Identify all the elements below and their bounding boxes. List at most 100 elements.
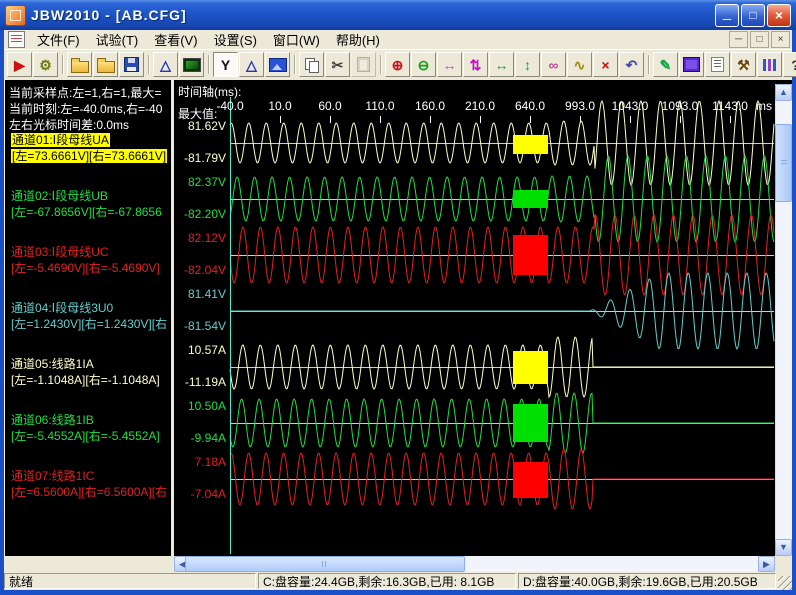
- status-ready: 就绪: [4, 573, 256, 589]
- delta-view-icon: △: [246, 58, 257, 72]
- copy-button[interactable]: [299, 52, 324, 77]
- channel-02-event-marker[interactable]: [513, 190, 548, 208]
- x-axis-unit: ms: [756, 99, 772, 113]
- paste-button[interactable]: [351, 52, 376, 77]
- channel-03-name[interactable]: 通道03:Ⅰ段母线UC: [11, 243, 171, 260]
- scrollbar-corner: [775, 556, 792, 572]
- channel-06-name[interactable]: 通道06:线路1IB: [11, 411, 171, 428]
- channel-02-name[interactable]: 通道02:Ⅰ段母线UB: [11, 187, 171, 204]
- channel-01-event-marker[interactable]: [513, 135, 548, 154]
- cut-icon: ✂: [332, 58, 344, 72]
- zoom-in-circle-button[interactable]: ⊕: [385, 52, 410, 77]
- mdi-close-button[interactable]: ×: [771, 31, 790, 48]
- channel-02-max-value: 82.37V: [174, 175, 226, 189]
- wave-baseline-button[interactable]: ∿: [567, 52, 592, 77]
- channel-05-name[interactable]: 通道05:线路1IA: [11, 355, 171, 372]
- report-button[interactable]: [705, 52, 730, 77]
- channel-04-max-value: 81.41V: [174, 287, 226, 301]
- toolbar-separator: [645, 53, 652, 76]
- x-tick-label: -40.0: [216, 99, 243, 113]
- resize-grip[interactable]: [778, 576, 792, 590]
- histogram-button[interactable]: [757, 52, 782, 77]
- horizontal-scrollbar[interactable]: ◀ ▶: [174, 556, 775, 572]
- channel-04-name[interactable]: 通道04:Ⅰ段母线3U0: [11, 299, 171, 316]
- scroll-right-button[interactable]: ▶: [758, 556, 775, 572]
- channel-01-name[interactable]: 通道01:Ⅰ段母线UA: [11, 131, 171, 148]
- toolbar-separator: [59, 53, 66, 76]
- menu-item-6[interactable]: 帮助(H): [328, 29, 388, 50]
- edit-pen-button[interactable]: ✎: [653, 52, 678, 77]
- overlap-waves-button[interactable]: ∞: [541, 52, 566, 77]
- tools-hammer-icon: ⚒: [737, 58, 750, 72]
- x-tick-label: 1143.0: [712, 99, 748, 113]
- menu-item-1[interactable]: 文件(F): [29, 29, 88, 50]
- main-area: 当前采样点:左=1,右=1,最大=当前时刻:左=-40.0ms,右=-40左右光…: [4, 80, 792, 572]
- vertical-scrollbar[interactable]: ▲ ▼: [775, 84, 792, 556]
- waveform-panel: 时间轴(ms): 最大值: ▲ ▼ ◀ ▶ -40.010.060.0110.0…: [174, 80, 792, 572]
- compress-horizontal-button[interactable]: ↔: [437, 52, 462, 77]
- scroll-down-button[interactable]: ▼: [775, 539, 792, 556]
- settings-gears-button[interactable]: ⚙: [33, 52, 58, 77]
- zoom-out-circle-icon: ⊖: [418, 58, 430, 72]
- horizontal-scroll-thumb[interactable]: [185, 556, 465, 572]
- channel-03-event-marker[interactable]: [513, 235, 548, 275]
- channel-06-min-value: -9.94A: [174, 431, 226, 445]
- save-button[interactable]: [119, 52, 144, 77]
- x-tick-label: 993.0: [565, 99, 595, 113]
- app-window: JBW2010 - [AB.CFG] ─ □ × 文件(F)试验(T)查看(V)…: [0, 0, 796, 595]
- tools-hammer-button[interactable]: ⚒: [731, 52, 756, 77]
- menu-item-4[interactable]: 设置(S): [206, 29, 265, 50]
- status-disk-d: D:盘容量:40.0GB,剩余:19.6GB,已用:20.5GB: [518, 573, 776, 589]
- channel-07-values: [左=6.5600A][右=6.5600A][右: [11, 483, 171, 500]
- menu-item-3[interactable]: 查看(V): [146, 29, 205, 50]
- image-view-button[interactable]: [265, 52, 290, 77]
- channel-07-name[interactable]: 通道07:线路1IC: [11, 467, 171, 484]
- zoom-in-circle-icon: ⊕: [392, 58, 404, 72]
- document-icon[interactable]: [8, 31, 25, 48]
- expand-vertical-button[interactable]: ↕: [515, 52, 540, 77]
- undo-button[interactable]: ↶: [619, 52, 644, 77]
- channel-07-max-value: 7.18A: [174, 455, 226, 469]
- delta-analysis-button[interactable]: △: [153, 52, 178, 77]
- toolbar: ▶⚙△Y△✂⊕⊖↔⇅↔↕∞∿×↶✎⚒?: [4, 49, 792, 81]
- edit-pen-icon: ✎: [660, 58, 672, 72]
- scroll-up-button[interactable]: ▲: [775, 84, 792, 101]
- window-title: JBW2010 - [AB.CFG]: [31, 7, 187, 23]
- screen-view-button[interactable]: [179, 52, 204, 77]
- x-tick-label: 1043.0: [612, 99, 649, 113]
- open-file-button[interactable]: [93, 52, 118, 77]
- delta-view-button[interactable]: △: [239, 52, 264, 77]
- minimize-button[interactable]: ─: [715, 4, 739, 27]
- delete-wave-button[interactable]: ×: [593, 52, 618, 77]
- expand-horizontal-button[interactable]: ↔: [489, 52, 514, 77]
- mdi-restore-button[interactable]: □: [750, 31, 769, 48]
- open-file-up-button[interactable]: [67, 52, 92, 77]
- undo-icon: ↶: [626, 58, 638, 72]
- cut-button[interactable]: ✂: [325, 52, 350, 77]
- waveform-plot[interactable]: [174, 80, 776, 555]
- maximize-button[interactable]: □: [741, 4, 765, 27]
- help-button[interactable]: ?: [783, 52, 796, 77]
- split-vertical-button[interactable]: ⇅: [463, 52, 488, 77]
- run-button[interactable]: ▶: [7, 52, 32, 77]
- vector-y-button[interactable]: Y: [213, 52, 238, 77]
- close-button[interactable]: ×: [767, 4, 791, 27]
- channel-03-min-value: -82.04V: [174, 263, 226, 277]
- channel-07-event-marker[interactable]: [513, 462, 548, 498]
- toolbar-separator: [145, 53, 152, 76]
- screen-purple-button[interactable]: [679, 52, 704, 77]
- screen-purple-icon: [683, 57, 700, 72]
- cursor-info-line-2: 当前时刻:左=-40.0ms,右=-40: [9, 100, 171, 117]
- channel-05-event-marker[interactable]: [513, 351, 548, 384]
- vertical-scroll-thumb[interactable]: [775, 124, 792, 202]
- menu-item-2[interactable]: 试验(T): [88, 29, 147, 50]
- channel-01-min-value: -81.79V: [174, 151, 226, 165]
- channel-02-min-value: -82.20V: [174, 207, 226, 221]
- x-tick-label: 210.0: [465, 99, 495, 113]
- channel-04-min-value: -81.54V: [174, 319, 226, 333]
- channel-06-event-marker[interactable]: [513, 404, 548, 442]
- zoom-out-circle-button[interactable]: ⊖: [411, 52, 436, 77]
- x-tick-label: 60.0: [318, 99, 341, 113]
- mdi-minimize-button[interactable]: ─: [729, 31, 748, 48]
- menu-item-5[interactable]: 窗口(W): [265, 29, 328, 50]
